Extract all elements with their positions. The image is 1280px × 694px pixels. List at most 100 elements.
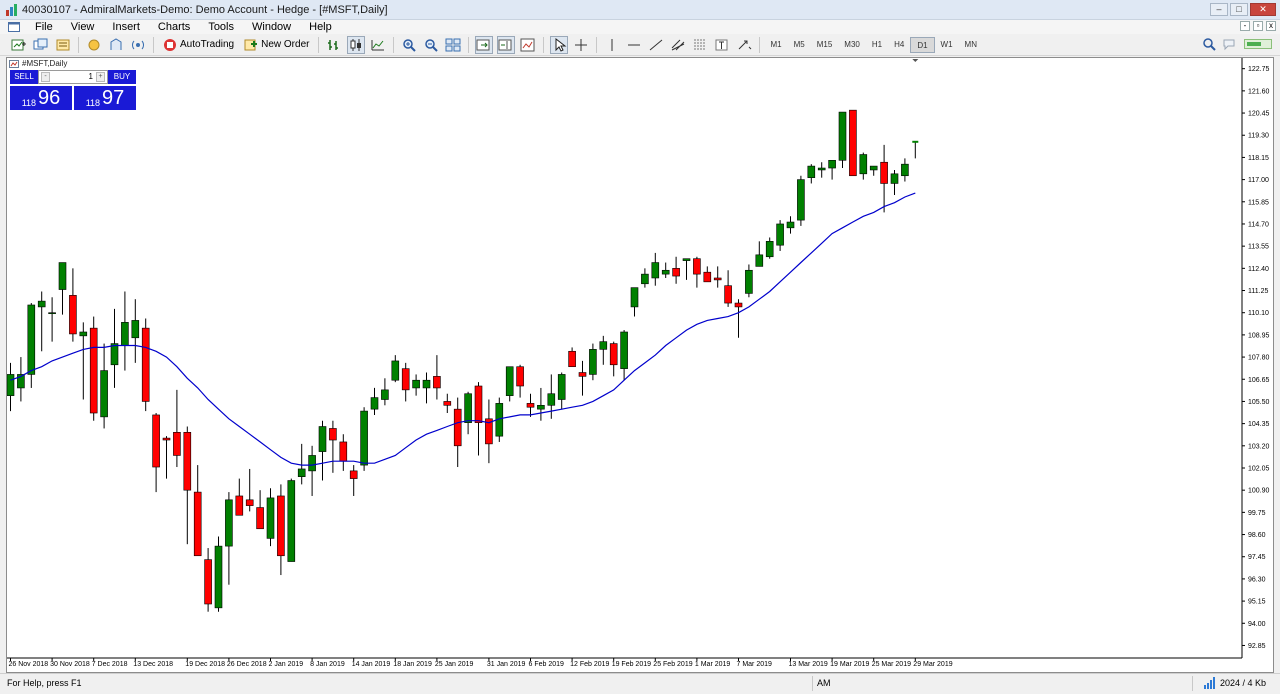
new-order-label: New Order bbox=[261, 39, 310, 50]
timeframe-m15-button[interactable]: M15 bbox=[811, 37, 839, 53]
autotrading-button[interactable]: AutoTrading bbox=[158, 38, 239, 52]
profiles-icon[interactable] bbox=[32, 36, 50, 54]
timeframe-h1-button[interactable]: H1 bbox=[866, 37, 888, 53]
price-tick-label: 107.80 bbox=[1248, 355, 1270, 362]
candle-body bbox=[641, 273, 649, 285]
candle-body bbox=[589, 349, 597, 375]
navigator-icon[interactable] bbox=[85, 36, 103, 54]
candle-body bbox=[838, 111, 847, 161]
time-tick-label: 7 Dec 2018 bbox=[92, 661, 128, 668]
candle-body bbox=[901, 163, 909, 177]
maximize-button[interactable]: □ bbox=[1230, 3, 1248, 16]
cursor-icon[interactable] bbox=[550, 35, 569, 54]
chart-shift-icon[interactable] bbox=[497, 35, 516, 54]
mdi-close-button[interactable]: x bbox=[1266, 21, 1276, 31]
menu-help[interactable]: Help bbox=[300, 21, 341, 33]
candle-body bbox=[287, 480, 296, 562]
sell-button[interactable]: SELL bbox=[10, 70, 38, 84]
candle-body bbox=[183, 432, 192, 491]
price-tick-label: 103.20 bbox=[1248, 443, 1270, 450]
buy-button[interactable]: BUY bbox=[108, 70, 136, 84]
candle-body bbox=[391, 360, 400, 381]
price-tick-label: 122.75 bbox=[1248, 66, 1270, 73]
menu-charts[interactable]: Charts bbox=[149, 21, 199, 33]
autotrading-icon bbox=[164, 38, 176, 51]
menu-tools[interactable]: Tools bbox=[199, 21, 243, 33]
horizontal-line-icon[interactable] bbox=[625, 36, 643, 54]
price-tick-label: 105.50 bbox=[1248, 399, 1270, 406]
arrows-tool-icon[interactable] bbox=[735, 36, 753, 54]
close-button[interactable]: ✕ bbox=[1250, 3, 1276, 16]
fibonacci-icon[interactable] bbox=[691, 36, 709, 54]
connection-status-icon bbox=[1244, 39, 1272, 49]
line-chart-icon[interactable] bbox=[369, 36, 387, 54]
zoom-in-icon[interactable] bbox=[400, 36, 418, 54]
timeframe-w1-button[interactable]: W1 bbox=[935, 37, 959, 53]
candle-body bbox=[745, 269, 753, 294]
candle-body bbox=[329, 428, 337, 441]
menu-insert[interactable]: Insert bbox=[103, 21, 149, 33]
menu-window[interactable]: Window bbox=[243, 21, 300, 33]
signal-icon[interactable] bbox=[129, 36, 147, 54]
candle-body bbox=[765, 241, 774, 258]
bar-chart-icon[interactable] bbox=[325, 36, 343, 54]
mdi-restore-button[interactable]: ▫ bbox=[1253, 21, 1263, 31]
price-tick-label: 98.60 bbox=[1248, 532, 1266, 539]
time-tick-label: 12 Feb 2019 bbox=[570, 661, 609, 668]
ask-price-button[interactable]: 118 97 bbox=[74, 86, 136, 110]
status-bar: For Help, press F1 AM 2024 / 4 Kb bbox=[0, 673, 1280, 694]
lot-decrease-icon[interactable]: - bbox=[41, 72, 50, 82]
price-chart[interactable]: 122.75 121.60 120.45 119.30 118.15 117.00 115.… bbox=[7, 58, 1273, 672]
ask-price-prefix: 118 bbox=[85, 98, 101, 108]
vertical-line-icon[interactable] bbox=[603, 36, 621, 54]
market-watch-icon[interactable] bbox=[54, 36, 72, 54]
timeframe-d1-button[interactable]: D1 bbox=[910, 36, 935, 53]
candle-body bbox=[828, 160, 836, 169]
zoom-out-icon[interactable] bbox=[422, 36, 440, 54]
price-tick-label: 102.05 bbox=[1248, 465, 1270, 472]
price-tick-label: 92.85 bbox=[1248, 643, 1266, 650]
candle-body bbox=[162, 437, 171, 441]
timeframe-m5-button[interactable]: M5 bbox=[788, 37, 811, 53]
timeframe-mn-button[interactable]: MN bbox=[959, 37, 983, 53]
text-tool-icon[interactable] bbox=[713, 36, 731, 54]
timeframe-h4-button[interactable]: H4 bbox=[888, 37, 910, 53]
autotrading-label: AutoTrading bbox=[180, 39, 235, 50]
bid-price-button[interactable]: 118 96 bbox=[10, 86, 72, 110]
candle-body bbox=[526, 403, 535, 408]
indicators-icon[interactable] bbox=[519, 36, 537, 54]
chat-icon[interactable] bbox=[1222, 37, 1238, 51]
minimize-button[interactable]: – bbox=[1210, 3, 1228, 16]
status-traffic-text: 2024 / 4 Kb bbox=[1219, 678, 1266, 688]
new-chart-icon[interactable] bbox=[10, 36, 28, 54]
status-separator bbox=[812, 676, 813, 691]
new-order-button[interactable]: New Order bbox=[239, 38, 314, 52]
equidistant-channel-icon[interactable] bbox=[669, 36, 687, 54]
candlestick-chart-icon[interactable] bbox=[347, 35, 366, 54]
timeframe-m30-button[interactable]: M30 bbox=[838, 37, 866, 53]
toolbar-separator bbox=[393, 36, 395, 53]
chart-window[interactable]: 122.75 121.60 120.45 119.30 118.15 117.00 115.… bbox=[6, 57, 1274, 673]
toolbar-separator bbox=[153, 36, 154, 53]
candle-body bbox=[474, 385, 483, 423]
candle-body bbox=[537, 404, 545, 410]
terminal-icon[interactable] bbox=[107, 36, 125, 54]
crosshair-icon[interactable] bbox=[572, 36, 590, 54]
menu-view[interactable]: View bbox=[62, 21, 104, 33]
time-tick-label: 19 Feb 2019 bbox=[612, 661, 651, 668]
auto-scroll-icon[interactable] bbox=[475, 35, 494, 54]
search-icon[interactable] bbox=[1202, 37, 1216, 51]
trendline-icon[interactable] bbox=[647, 36, 665, 54]
lot-increase-icon[interactable]: + bbox=[96, 72, 105, 82]
lot-size-input[interactable]: - 1 + bbox=[38, 70, 108, 84]
candle-body bbox=[193, 491, 202, 557]
candle-body bbox=[297, 468, 306, 477]
candle-body bbox=[318, 426, 327, 452]
menu-file[interactable]: File bbox=[26, 21, 62, 33]
timeframe-m1-button[interactable]: M1 bbox=[764, 37, 787, 53]
candle-body bbox=[547, 393, 556, 406]
time-tick-label: 25 Jan 2019 bbox=[435, 661, 474, 668]
candle-body bbox=[693, 258, 701, 275]
tile-windows-icon[interactable] bbox=[444, 36, 462, 54]
mdi-minimize-button[interactable]: - bbox=[1240, 21, 1250, 31]
